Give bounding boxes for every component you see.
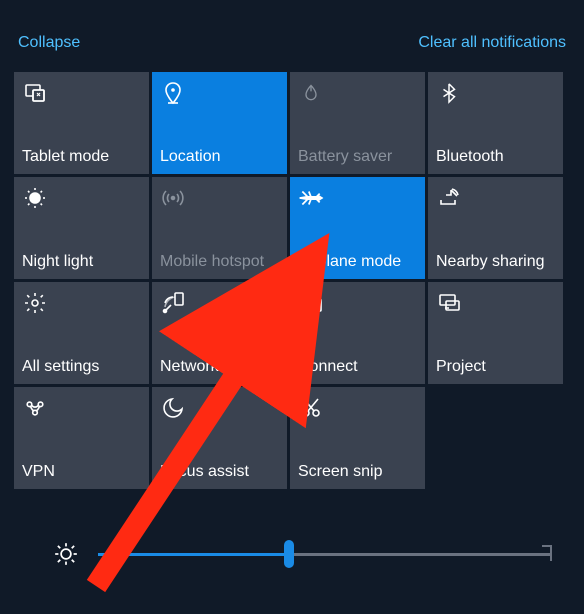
night-light-icon — [22, 185, 48, 211]
tile-project[interactable]: Project — [428, 282, 563, 384]
location-icon — [160, 80, 186, 106]
tile-airplane-mode[interactable]: Airplane mode — [290, 177, 425, 279]
brightness-icon — [52, 540, 80, 568]
slider-thumb[interactable] — [284, 540, 294, 568]
tile-label: Location — [160, 148, 279, 166]
brightness-control — [0, 538, 584, 570]
tile-bluetooth[interactable]: Bluetooth — [428, 72, 563, 174]
tile-label: Project — [436, 358, 555, 376]
mobile-hotspot-icon — [160, 185, 186, 211]
vpn-icon — [22, 395, 48, 421]
tile-location[interactable]: Location — [152, 72, 287, 174]
screen-snip-icon — [298, 395, 324, 421]
tile-label: Focus assist — [160, 463, 279, 481]
tile-label: Night light — [22, 253, 141, 271]
settings-icon — [22, 290, 48, 316]
project-icon — [436, 290, 462, 316]
tile-label: Mobile hotspot — [160, 253, 279, 271]
slider-track — [98, 553, 552, 556]
airplane-icon — [298, 185, 324, 211]
tile-label: VPN — [22, 463, 141, 481]
tile-focus-assist[interactable]: Focus assist — [152, 387, 287, 489]
collapse-link[interactable]: Collapse — [18, 34, 80, 52]
tile-night-light[interactable]: Night light — [14, 177, 149, 279]
slider-notch — [542, 545, 552, 561]
tile-label: Nearby sharing — [436, 253, 555, 271]
tile-label: Bluetooth — [436, 148, 555, 166]
tile-mobile-hotspot[interactable]: Mobile hotspot — [152, 177, 287, 279]
nearby-sharing-icon — [436, 185, 462, 211]
tile-label: Tablet mode — [22, 148, 141, 166]
notification-strip — [14, 0, 570, 10]
slider-fill — [98, 553, 289, 556]
tile-all-settings[interactable]: All settings — [14, 282, 149, 384]
header: Collapse Clear all notifications — [0, 10, 584, 72]
quick-action-grid: Tablet mode Location Battery saver Bluetoot… — [0, 72, 584, 489]
tile-battery-saver[interactable]: Battery saver — [290, 72, 425, 174]
tile-label: Connect — [298, 358, 417, 376]
tile-vpn[interactable]: VPN — [14, 387, 149, 489]
tile-tablet-mode[interactable]: Tablet mode — [14, 72, 149, 174]
bluetooth-icon — [436, 80, 462, 106]
tile-label: Network — [160, 358, 279, 376]
tile-network[interactable]: Network — [152, 282, 287, 384]
tile-screen-snip[interactable]: Screen snip — [290, 387, 425, 489]
battery-saver-icon — [298, 80, 324, 106]
tile-label: Screen snip — [298, 463, 417, 481]
tile-label: Battery saver — [298, 148, 417, 166]
tile-label: All settings — [22, 358, 141, 376]
clear-all-link[interactable]: Clear all notifications — [418, 34, 566, 52]
tile-nearby-sharing[interactable]: Nearby sharing — [428, 177, 563, 279]
connect-icon — [298, 290, 324, 316]
tablet-mode-icon — [22, 80, 48, 106]
brightness-slider[interactable] — [98, 538, 552, 570]
tile-connect[interactable]: Connect — [290, 282, 425, 384]
network-icon — [160, 290, 186, 316]
tile-label: Airplane mode — [298, 253, 417, 271]
focus-assist-icon — [160, 395, 186, 421]
